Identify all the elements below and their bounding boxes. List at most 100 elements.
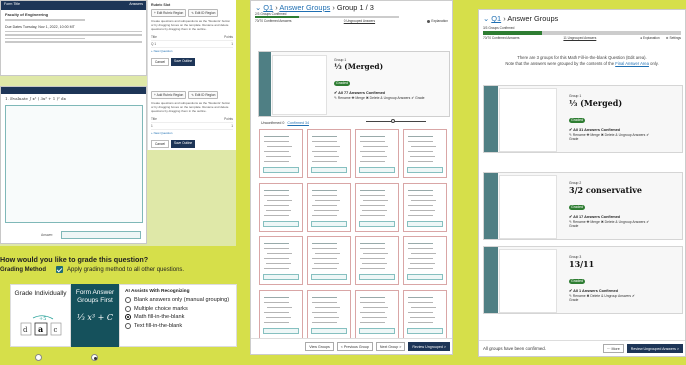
edit-id-region-button[interactable]: ✎ Edit ID Region — [188, 9, 219, 17]
review-ungrouped-button[interactable]: Review Ungrouped Answers > — [626, 344, 683, 353]
group-info: Group 1 ¹⁄₃ (Merged) Graded ✔ All 77 Ans… — [334, 58, 425, 100]
question-page-header — [1, 87, 146, 94]
confirmed-answers-count: 70/70 Confirmed Answers — [483, 36, 520, 40]
answer-thumbnail[interactable] — [307, 289, 351, 339]
new-question-link[interactable]: + New Question — [151, 132, 233, 136]
previous-group-button[interactable]: < Previous Group — [336, 342, 373, 351]
outline-row-title: Q 1 — [151, 42, 157, 47]
grade-individually-card[interactable]: Grade Individually d a c +5 — [10, 284, 71, 347]
tab-confirmed[interactable]: Confirmed 34 — [287, 121, 309, 125]
outline-row[interactable]: 1 1 — [151, 123, 233, 131]
answer-group-card[interactable]: Group 3 13/11 Graded ✔ All 1 Answers Con… — [483, 246, 683, 314]
answer-thumbnail[interactable] — [355, 289, 399, 339]
chevron-down-icon[interactable]: ⌄ — [255, 3, 261, 12]
group-actions[interactable]: ✎ Rename ✚ Merge ✖ Delete & Ungroup Answ… — [569, 220, 649, 224]
breadcrumb-current: Answer Groups — [507, 14, 559, 23]
answer-thumbnail[interactable] — [403, 289, 447, 339]
zoom-slider-track[interactable] — [366, 121, 426, 122]
col-title: Title — [151, 35, 157, 40]
answer-thumbnail[interactable] — [259, 236, 303, 285]
answer-thumbnail[interactable] — [355, 182, 399, 232]
answer-thumbnail[interactable] — [403, 236, 447, 285]
outline-row[interactable]: Q 1 1 — [151, 41, 233, 49]
confirm-progress — [251, 16, 452, 25]
group-answer-value: ¹⁄₃ (Merged) — [569, 98, 623, 108]
grade-link[interactable]: Grade — [569, 224, 649, 228]
radio-button[interactable] — [125, 322, 131, 329]
form-answer-groups-radio[interactable] — [91, 354, 98, 361]
outline-row-points: 1 — [231, 42, 233, 47]
form-answer-groups-card[interactable]: Form Answer Groups First ¹⁄₃ x³ + C — [71, 284, 119, 347]
group-actions[interactable]: ✎ Rename ✚ Merge ✖ Delete & Ungroup Answ… — [569, 133, 649, 137]
group-actions[interactable]: ✎ Rename ✖ Delete & Ungroup Answers ✔ — [569, 294, 635, 298]
radio-button[interactable] — [125, 297, 131, 303]
grade-individually-title: Grade Individually — [14, 290, 67, 297]
grade-link[interactable]: Grade — [569, 298, 635, 302]
outline-title: Rubric Slot — [151, 3, 171, 7]
group-actions[interactable]: ✎ Rename ✚ Merge ✖ Delete & Ungroup Answ… — [334, 96, 425, 100]
view-groups-button[interactable]: View Groups — [305, 342, 334, 351]
answer-thumbnail[interactable] — [403, 182, 447, 232]
answer-group-card[interactable]: Group 2 3/2 conservative Graded ✔ All 17… — [483, 172, 683, 240]
ai-option-text-fill[interactable]: Text fill-in-the-blank — [125, 322, 231, 329]
answer-group-card: Group 1 ¹⁄₃ (Merged) Graded ✔ All 77 Ans… — [258, 51, 450, 117]
answer-thumbnail[interactable] — [355, 129, 399, 178]
apply-all-checkbox[interactable] — [56, 266, 63, 273]
breadcrumb-current: Group 1 / 3 — [336, 3, 374, 12]
answer-region-box[interactable] — [61, 231, 141, 239]
grade-individually-radio[interactable] — [35, 354, 42, 361]
next-group-button[interactable]: Next Group > — [375, 342, 406, 351]
group-info: Group 1 ¹⁄₃ (Merged) Graded ✔ All 31 Ans… — [569, 94, 649, 141]
settings-label: Settings — [669, 36, 681, 40]
ungrouped-answers-link[interactable]: 11 Ungrouped Answers — [563, 36, 596, 40]
group-sidebar — [484, 86, 498, 152]
notice-text: Note that the answers were grouped by th… — [505, 61, 615, 66]
review-ungrouped-button[interactable]: Review Ungrouped > — [408, 342, 450, 351]
groups-notice: There are 3 groups for this Math Fill-in… — [479, 55, 685, 67]
breadcrumb-question-link[interactable]: Q1 — [263, 3, 273, 12]
breadcrumb-answer-groups-link[interactable]: Answer Groups — [279, 3, 330, 12]
answer-thumbnail[interactable] — [259, 182, 303, 232]
answer-thumbnail[interactable] — [259, 289, 303, 339]
answer-thumbnail[interactable] — [307, 129, 351, 178]
chevron-down-icon[interactable]: ⌄ — [483, 14, 489, 23]
settings-button[interactable]: ⚙ Settings — [666, 36, 681, 40]
ai-option-blank[interactable]: Blank answers only (manual grouping) — [125, 297, 231, 303]
outline-panel: Rubric Slot + Edit Rubric Region ✎ Edit … — [147, 0, 236, 88]
radio-button[interactable] — [125, 305, 131, 312]
breadcrumb: ⌄ Q1 › Answer Groups › Group 1 / 3 — [255, 3, 374, 12]
more-button[interactable]: ⋯ More — [602, 344, 624, 353]
save-outline-button[interactable]: Save Outline — [170, 140, 196, 149]
tab-unconfirmed[interactable]: Unconfirmed 0 — [261, 121, 284, 125]
save-outline-button[interactable]: Save Outline — [170, 58, 196, 67]
cancel-button[interactable]: Cancel — [151, 140, 169, 149]
zoom-slider-handle[interactable] — [391, 119, 395, 123]
group-answer-value: ¹⁄₃ (Merged) — [334, 62, 384, 71]
doc-line — [5, 37, 85, 39]
group-answer-value: 13/11 — [569, 259, 595, 269]
edit-rubric-region-button[interactable]: + Edit Rubric Region — [151, 9, 187, 17]
radio-button-selected[interactable] — [125, 314, 131, 320]
group-confirmed-text: ✔ All 77 Answers Confirmed — [334, 91, 386, 95]
answer-thumbnail[interactable] — [403, 129, 447, 178]
answer-thumbnail[interactable] — [259, 129, 303, 178]
edit-id-region-button[interactable]: ✎ Edit ID Region — [188, 91, 219, 99]
group-answer-preview — [499, 175, 557, 239]
ai-option-multiple-choice[interactable]: Multiple choice marks — [125, 305, 231, 312]
answer-thumbnail[interactable] — [307, 236, 351, 285]
explanation-toggle[interactable]: ● Explanation — [640, 36, 659, 40]
breadcrumb-question-link[interactable]: Q1 — [491, 14, 501, 23]
grade-link[interactable]: Grade — [569, 137, 649, 141]
answer-group-card[interactable]: Group 1 ¹⁄₃ (Merged) Graded ✔ All 31 Ans… — [483, 85, 683, 153]
new-question-link[interactable]: + New Question — [151, 50, 233, 54]
answer-thumbnail[interactable] — [307, 182, 351, 232]
answer-group-detail-screenshot: ⌄ Q1 › Answer Groups › Group 1 / 3 2/3 G… — [250, 0, 453, 355]
final-answer-area-link[interactable]: Final Answer Area — [615, 61, 649, 66]
col-title: Title — [151, 117, 157, 122]
cancel-button[interactable]: Cancel — [151, 58, 169, 67]
ai-option-math-fill[interactable]: Math fill-in-the-blank — [125, 314, 231, 320]
add-rubric-region-button[interactable]: + Add Rubric Region — [151, 91, 187, 99]
answer-thumbnail[interactable] — [355, 236, 399, 285]
progress-fill — [255, 16, 299, 18]
work-region-box[interactable] — [5, 105, 143, 223]
